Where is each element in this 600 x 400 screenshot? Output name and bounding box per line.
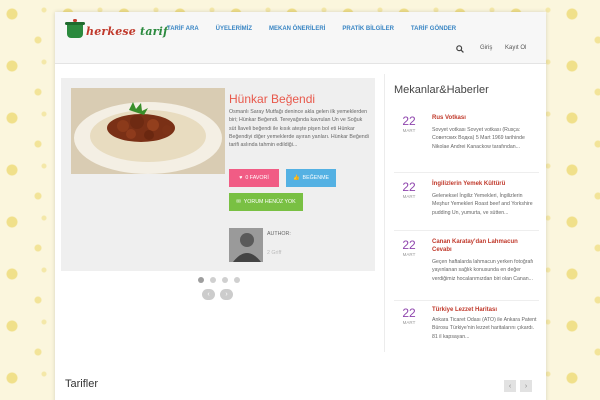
news-excerpt: Ankara Ticaret Odası (ATO) ile Ankara Pa… — [432, 317, 537, 340]
site-header: herkese tarif TARİF ARA ÜYELERİMİZ MEKAN… — [55, 12, 546, 64]
news-excerpt: Sovyet votkası Sovyet votkası (Rusça: Со… — [432, 127, 525, 150]
author-name[interactable]: 2 Griff — [267, 250, 281, 256]
comment-label: YORUM HENÜZ YOK — [243, 199, 296, 205]
news-day: 22 — [402, 114, 416, 128]
recipe-title[interactable]: Hünkar Beğendi — [229, 92, 315, 106]
slider-arrows: ‹ › — [202, 289, 233, 300]
news-separator — [394, 300, 539, 301]
recipe-description: Osmanlı Saray Mutfağı denince akla gelen… — [229, 109, 369, 149]
news-excerpt: Geleneksel İngiliz Yemekleri, İngilizler… — [432, 193, 533, 216]
news-month: MART — [402, 194, 416, 199]
chevron-left-icon[interactable]: ‹ — [504, 380, 516, 392]
news-date: 22 MART — [394, 114, 424, 133]
comment-button[interactable]: ✉ YORUM HENÜZ YOK — [229, 193, 303, 211]
news-day: 22 — [402, 238, 416, 252]
chevron-right-icon[interactable]: › — [220, 289, 233, 300]
chevron-left-icon[interactable]: ‹ — [202, 289, 215, 300]
news-item: 22 MART Türkiye Lezzet Haritası Ankara T… — [394, 306, 539, 368]
like-button[interactable]: 👍 BEĞENME — [286, 169, 336, 187]
nav-item-tarif-ara[interactable]: TARİF ARA — [167, 22, 199, 36]
slider-dot[interactable] — [198, 277, 204, 283]
news-day: 22 — [402, 180, 416, 194]
slider-dot[interactable] — [234, 277, 240, 283]
page-container: herkese tarif TARİF ARA ÜYELERİMİZ MEKAN… — [55, 12, 546, 400]
news-item: 22 MART Rus Votkası Sovyet votkası Sovye… — [394, 114, 539, 176]
author-avatar[interactable] — [229, 228, 263, 262]
favorite-label: 0 FAVORİ — [245, 175, 269, 181]
recipes-arrows: ‹ › — [504, 380, 532, 392]
news-separator — [394, 172, 539, 173]
news-item: 22 MART Canan Karatay'dan Lahmacun Cevab… — [394, 238, 539, 300]
chevron-right-icon[interactable]: › — [520, 380, 532, 392]
slider-dot[interactable] — [210, 277, 216, 283]
news-month: MART — [402, 128, 416, 133]
news-title[interactable]: Türkiye Lezzet Haritası — [432, 306, 539, 314]
news-date: 22 MART — [394, 180, 424, 199]
register-link[interactable]: Kayıt Ol — [505, 45, 526, 51]
nav-item-mekan-onerileri[interactable]: MEKAN ÖNERİLERİ — [269, 22, 325, 36]
heart-icon: ♥ — [239, 175, 243, 181]
recipes-section-title: Tarifler — [65, 378, 99, 390]
favorite-button[interactable]: ♥ 0 FAVORİ — [229, 169, 279, 187]
news-item: 22 MART İngilizlerin Yemek Kültürü Gelen… — [394, 180, 539, 242]
news-date: 22 MART — [394, 306, 424, 325]
news-day: 22 — [402, 306, 416, 320]
recipe-image[interactable] — [71, 88, 225, 174]
news-date: 22 MART — [394, 238, 424, 257]
news-month: MART — [402, 320, 416, 325]
search-icon[interactable] — [456, 45, 464, 53]
news-title[interactable]: Rus Votkası — [432, 114, 539, 122]
slider-pagination — [198, 277, 240, 283]
main-nav: TARİF ARA ÜYELERİMİZ MEKAN ÖNERİLERİ PRA… — [167, 22, 473, 36]
thumbs-up-icon: 👍 — [292, 175, 300, 181]
like-label: BEĞENME — [302, 175, 330, 181]
login-link[interactable]: Giriş — [480, 45, 492, 51]
nav-item-tarif-gonder[interactable]: TARİF GÖNDER — [411, 22, 456, 36]
featured-slider: Hünkar Beğendi Osmanlı Saray Mutfağı den… — [61, 78, 375, 271]
site-logo[interactable]: herkese tarif — [65, 18, 168, 42]
sidebar-title: Mekanlar&Haberler — [394, 84, 489, 96]
pot-icon — [65, 18, 85, 38]
news-title[interactable]: Canan Karatay'dan Lahmacun Cevabı — [432, 238, 539, 254]
news-separator — [394, 230, 539, 231]
comment-icon: ✉ — [236, 199, 241, 205]
slider-dot[interactable] — [222, 277, 228, 283]
logo-text: herkese tarif — [86, 24, 168, 38]
nav-item-uyelerimiz[interactable]: ÜYELERİMİZ — [216, 22, 252, 36]
news-excerpt: Geçen haftalarda lahmacun yerken fotoğra… — [432, 259, 534, 282]
column-divider — [384, 74, 385, 352]
author-label: AUTHOR: — [267, 231, 291, 237]
news-month: MART — [402, 252, 416, 257]
nav-item-pratik-bilgiler[interactable]: PRATİK BİLGİLER — [342, 22, 394, 36]
news-title[interactable]: İngilizlerin Yemek Kültürü — [432, 180, 539, 188]
